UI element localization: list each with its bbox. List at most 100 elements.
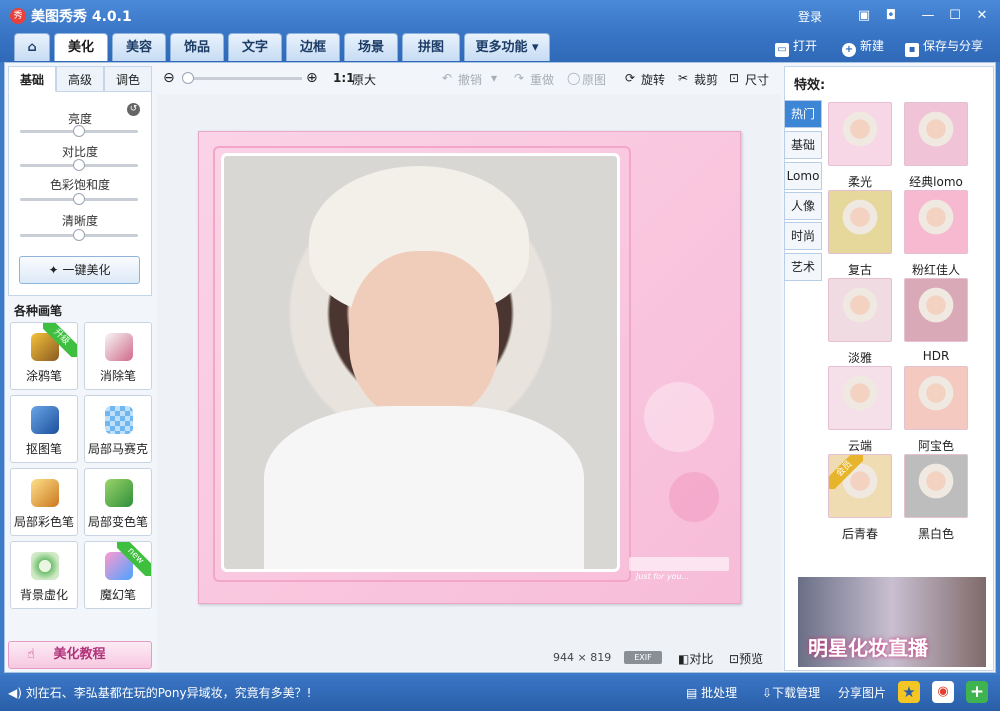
folder-icon: ▭ — [775, 43, 789, 57]
brush-magic[interactable]: new 魔幻笔 — [84, 541, 152, 609]
brush-recolor[interactable]: 局部变色笔 — [84, 468, 152, 536]
original-button[interactable]: 原图 — [582, 71, 606, 88]
original-icon[interactable]: ◯ — [567, 71, 580, 85]
saturation-knob[interactable] — [73, 193, 85, 205]
effect-thumb-pink-lady[interactable] — [904, 190, 968, 254]
contrast-knob[interactable] — [73, 159, 85, 171]
effects-tab-portrait[interactable]: 人像 — [784, 192, 822, 220]
original-size-button[interactable]: 原大 — [352, 71, 376, 88]
news-ticker[interactable]: ◀) 刘在石、李弘基都在玩的Pony异域妆，究竟有多美？! — [8, 684, 311, 701]
size-icon[interactable]: ⊡ — [729, 71, 739, 85]
effects-tab-hot[interactable]: 热门 — [784, 100, 822, 128]
redo-button[interactable]: 重做 — [530, 71, 554, 88]
brightness-knob[interactable] — [73, 125, 85, 137]
weibo-icon[interactable]: ◉ — [932, 681, 954, 703]
pen-icon — [31, 406, 59, 434]
brush-label: 局部彩色笔 — [13, 515, 74, 529]
effect-thumb-youth[interactable]: 会员 — [828, 454, 892, 518]
add-icon[interactable]: + — [966, 681, 988, 703]
effect-thumb-elegant[interactable] — [828, 278, 892, 342]
zoom-slider[interactable] — [184, 77, 302, 80]
effects-tab-lomo[interactable]: Lomo — [784, 162, 822, 190]
ad-banner[interactable]: 明星化妆直播 — [798, 577, 986, 667]
effect-label: 后青春 — [841, 527, 878, 541]
brush-background-blur[interactable]: 背景虚化 — [10, 541, 78, 609]
effect-thumb-cloud[interactable] — [828, 366, 892, 430]
crop-icon[interactable]: ✂ — [678, 71, 688, 85]
sharpness-knob[interactable] — [73, 229, 85, 241]
redo-icon[interactable]: ↷ — [514, 71, 524, 85]
batch-button[interactable]: ▤ 批处理 — [686, 684, 737, 701]
skin-icon[interactable]: ◘ — [881, 6, 901, 26]
times-sign: × — [577, 651, 587, 664]
tab-text[interactable]: 文字 — [228, 33, 282, 61]
tab-more-features[interactable]: 更多功能 ▾ — [464, 33, 550, 61]
tab-beautify[interactable]: 美化 — [54, 33, 108, 61]
effect-thumb-abao[interactable] — [904, 366, 968, 430]
feedback-icon[interactable]: ▣ — [854, 6, 874, 26]
subtab-basic[interactable]: 基础 — [8, 66, 56, 92]
effect-label: HDR — [922, 349, 950, 363]
zoom-knob[interactable] — [182, 72, 194, 84]
compare-button[interactable]: ◧对比 — [678, 650, 713, 667]
effects-tab-art[interactable]: 艺术 — [784, 253, 822, 281]
undo-dropdown-icon[interactable]: ▾ — [491, 71, 497, 85]
rotate-icon[interactable]: ⟳ — [625, 71, 635, 85]
effect-thumb-soft-light[interactable] — [828, 102, 892, 166]
save-icon: ▪ — [905, 43, 919, 57]
effects-tab-fashion[interactable]: 时尚 — [784, 222, 822, 250]
tab-home[interactable]: ⌂ — [14, 33, 50, 61]
brush-eraser[interactable]: 消除笔 — [84, 322, 152, 390]
one-click-beautify-button[interactable]: ✦ 一键美化 — [19, 256, 140, 284]
undo-icon[interactable]: ↶ — [442, 71, 452, 85]
new-button[interactable]: + 新建 — [842, 37, 884, 57]
crop-button[interactable]: 裁剪 — [694, 71, 718, 88]
effects-tab-basic[interactable]: 基础 — [784, 131, 822, 159]
image-dimensions: 944 × 819 — [553, 651, 611, 664]
tab-beauty[interactable]: 美容 — [112, 33, 166, 61]
brush-doodle[interactable]: 升级 涂鸦笔 — [10, 322, 78, 390]
tab-accessories[interactable]: 饰品 — [170, 33, 224, 61]
brush-mosaic[interactable]: 局部马赛克 — [84, 395, 152, 463]
effect-thumb-black-white[interactable] — [904, 454, 968, 518]
subtab-color[interactable]: 调色 — [104, 66, 152, 92]
new-label: 新建 — [860, 39, 885, 53]
effect-label: 淡雅 — [847, 351, 872, 365]
zoom-in-icon[interactable]: ⊕ — [306, 70, 318, 86]
speaker-icon: ◀) — [8, 686, 22, 700]
close-icon[interactable]: ✕ — [972, 6, 992, 26]
exif-button[interactable]: EXIF — [624, 651, 662, 664]
star-icon[interactable]: ★ — [898, 681, 920, 703]
login-link[interactable]: 登录 — [798, 8, 822, 25]
size-button[interactable]: 尺寸 — [745, 71, 769, 88]
minimize-icon[interactable]: — — [918, 6, 938, 26]
sharpness-label: 清晰度 — [61, 214, 98, 228]
tab-border[interactable]: 边框 — [286, 33, 340, 61]
brush-label: 背景虚化 — [19, 588, 68, 602]
brush-local-color[interactable]: 局部彩色笔 — [10, 468, 78, 536]
tab-scene[interactable]: 场景 — [344, 33, 398, 61]
zoom-out-icon[interactable]: ⊖ — [163, 70, 175, 86]
effect-thumb-hdr[interactable] — [904, 278, 968, 342]
shirt-region — [264, 406, 584, 569]
maximize-icon[interactable]: ☐ — [945, 6, 965, 26]
wand-icon: ✦ — [48, 263, 59, 277]
download-manager-button[interactable]: ⇩下载管理 — [762, 684, 820, 701]
tab-collage[interactable]: 拼图 — [402, 33, 460, 61]
image-width: 944 — [553, 651, 574, 664]
open-button[interactable]: ▭ 打开 — [775, 37, 817, 57]
preview-icon: ⊡ — [729, 652, 740, 666]
photo[interactable] — [221, 153, 620, 572]
rotate-button[interactable]: 旋转 — [641, 71, 665, 88]
subtab-advanced[interactable]: 高级 — [56, 66, 104, 92]
save-share-button[interactable]: ▪ 保存与分享 — [905, 37, 983, 57]
preview-button[interactable]: ⊡预览 — [729, 650, 763, 667]
effect-thumb-retro[interactable] — [828, 190, 892, 254]
brush-cutout[interactable]: 抠图笔 — [10, 395, 78, 463]
share-image-button[interactable]: 分享图片 — [838, 684, 886, 701]
undo-button[interactable]: 撤销 — [458, 71, 482, 88]
compare-icon: ◧ — [678, 652, 690, 666]
tutorial-button[interactable]: ☝ 美化教程 — [8, 641, 152, 669]
save-share-label: 保存与分享 — [923, 39, 984, 53]
effect-thumb-classic-lomo[interactable] — [904, 102, 968, 166]
